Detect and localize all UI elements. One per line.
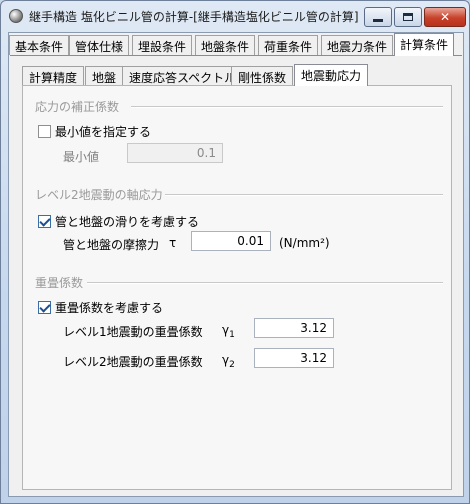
checkbox-box[interactable] <box>38 125 51 138</box>
gamma1-symbol: γ1 <box>222 323 235 340</box>
checkbox-box[interactable] <box>38 301 51 314</box>
checkbox-label: 管と地盤の滑りを考慮する <box>55 215 200 229</box>
friction-label: 管と地盤の摩擦力 <box>63 238 160 252</box>
friction-field[interactable]: 0.01 <box>191 231 271 251</box>
gamma-subscript: 1 <box>229 330 235 340</box>
tab-seismic-stress[interactable]: 地震動応力 <box>294 64 369 86</box>
tab-basic-conditions[interactable]: 基本条件 <box>9 35 70 55</box>
tau-symbol: τ <box>169 236 177 250</box>
friction-unit: (N/mm²) <box>279 236 330 250</box>
tab-ground-conditions[interactable]: 地盤条件 <box>195 35 256 55</box>
slip-checkbox[interactable]: 管と地盤の滑りを考慮する <box>38 213 199 230</box>
app-window: 継手構造 塩化ビニル管の計算-[継手構造塩化ビニル管の計算] ✕ 基本条件 管体… <box>0 0 470 504</box>
minimize-icon <box>373 18 383 22</box>
close-button[interactable]: ✕ <box>424 7 466 27</box>
seismic-stress-panel: 応力の補正係数 最小値を指定する 最小値 0.1 レベル2地震動の軸応力 管と地… <box>22 85 452 490</box>
app-icon <box>9 9 23 23</box>
gamma2-symbol: γ2 <box>222 353 235 370</box>
calc-conditions-page: 計算精度 地盤 速度応答スペクトル 剛性係数 地震動応力 応力の補正係数 最小値… <box>10 55 462 496</box>
window-title: 継手構造 塩化ビニル管の計算-[継手構造塩化ビニル管の計算] <box>29 10 359 24</box>
level2-field[interactable]: 3.12 <box>254 348 334 368</box>
close-icon: ✕ <box>439 10 451 24</box>
min-value-checkbox[interactable]: 最小値を指定する <box>38 123 151 140</box>
tab-seismic-conditions[interactable]: 地震力条件 <box>321 35 394 55</box>
min-value-field[interactable]: 0.1 <box>127 143 223 163</box>
maximize-icon <box>403 13 413 21</box>
overlap-checkbox[interactable]: 重畳係数を考慮する <box>38 299 163 316</box>
tab-stiffness[interactable]: 剛性係数 <box>231 66 294 85</box>
main-tab-strip: 基本条件 管体仕様 埋設条件 地盤条件 荷重条件 地震力条件 計算条件 <box>9 33 463 56</box>
divider <box>165 194 443 196</box>
tab-velocity-spectrum[interactable]: 速度応答スペクトル <box>122 66 244 85</box>
section-title-overlap: 重畳係数 <box>35 276 84 290</box>
level2-label: レベル2地震動の重畳係数 <box>63 355 203 369</box>
divider <box>131 106 443 108</box>
level1-field[interactable]: 3.12 <box>254 318 334 338</box>
tab-ground[interactable]: 地盤 <box>85 66 124 85</box>
title-bar[interactable]: 継手構造 塩化ビニル管の計算-[継手構造塩化ビニル管の計算] ✕ <box>1 1 469 31</box>
section-title-axial: レベル2地震動の軸応力 <box>35 188 163 202</box>
tab-calc-precision[interactable]: 計算精度 <box>22 66 85 85</box>
min-value-label: 最小値 <box>63 150 100 164</box>
divider <box>87 282 443 284</box>
tab-load-conditions[interactable]: 荷重条件 <box>258 35 319 55</box>
level1-label: レベル1地震動の重畳係数 <box>63 325 203 339</box>
tab-pipe-spec[interactable]: 管体仕様 <box>69 35 130 55</box>
section-title-correction: 応力の補正係数 <box>35 100 120 114</box>
tab-calc-conditions[interactable]: 計算条件 <box>394 33 455 56</box>
checkbox-label: 最小値を指定する <box>55 125 152 139</box>
gamma-subscript: 2 <box>229 360 235 370</box>
checkbox-label: 重畳係数を考慮する <box>55 301 164 315</box>
checkbox-box[interactable] <box>38 215 51 228</box>
maximize-button[interactable] <box>394 7 422 27</box>
tab-burial-conditions[interactable]: 埋設条件 <box>132 35 193 55</box>
client-area: 基本条件 管体仕様 埋設条件 地盤条件 荷重条件 地震力条件 計算条件 計算精度… <box>8 32 464 497</box>
minimize-button[interactable] <box>364 7 392 27</box>
